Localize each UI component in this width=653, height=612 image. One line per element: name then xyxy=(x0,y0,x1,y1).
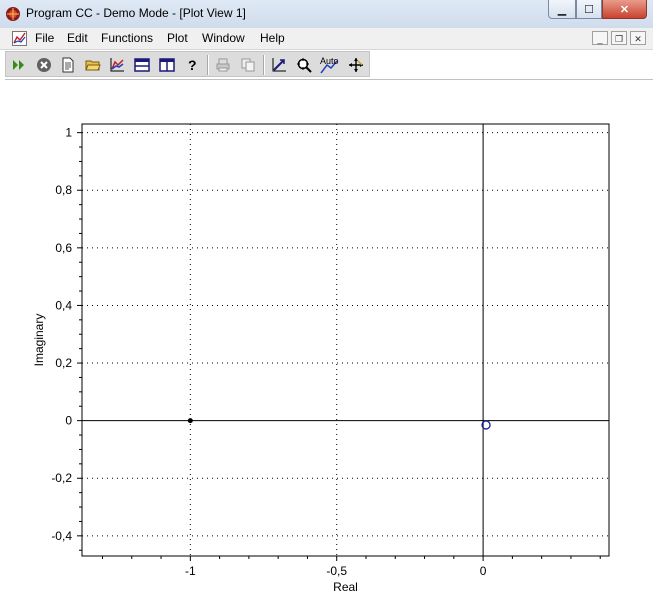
plot-icon[interactable] xyxy=(107,55,127,75)
menu-help[interactable]: Help xyxy=(260,31,285,45)
pole-zero-plot[interactable]: -1 -0,5 0 1 0,8 0,6 0,4 0,2 0 -0,2 -0,4 Real Imagi… xyxy=(5,80,653,612)
x-tick-label: 0 xyxy=(480,564,487,578)
window-title: Program CC - Demo Mode - [Plot View 1] xyxy=(26,6,246,20)
svg-text:?: ? xyxy=(188,57,197,73)
run-icon[interactable] xyxy=(9,55,29,75)
pan-icon[interactable] xyxy=(346,55,366,75)
menu-edit[interactable]: Edit xyxy=(67,31,88,45)
new-document-icon[interactable] xyxy=(58,55,78,75)
menu-plot[interactable]: Plot xyxy=(167,31,188,45)
mdi-close-button[interactable]: ✕ xyxy=(630,31,646,45)
close-button[interactable]: ✕ xyxy=(602,0,647,19)
y-tick-label: 1 xyxy=(65,126,72,140)
axes-icon[interactable] xyxy=(269,55,289,75)
menu-functions[interactable]: Functions xyxy=(101,31,153,45)
y-tick-label: 0,2 xyxy=(55,356,72,370)
menu-window[interactable]: Window xyxy=(202,31,245,45)
print-icon[interactable] xyxy=(213,55,233,75)
x-tick-label: -1 xyxy=(185,564,196,578)
x-axis-label: Real xyxy=(333,580,358,594)
minimize-button[interactable]: ▁ xyxy=(548,0,576,19)
y-tick-label: 0,4 xyxy=(55,298,72,312)
toolbar-separator xyxy=(263,55,265,75)
menu-bar: File Edit Functions Plot Window Help _ ❐… xyxy=(0,28,653,50)
copy-icon[interactable] xyxy=(238,55,258,75)
y-tick-label: 0,6 xyxy=(55,241,72,255)
stop-icon[interactable] xyxy=(34,55,54,75)
y-tick-label: 0,8 xyxy=(55,183,72,197)
title-bar: Program CC - Demo Mode - [Plot View 1] ▁… xyxy=(0,0,653,29)
auto-scale-label: Auto xyxy=(320,56,339,66)
toolbar: ? Auto xyxy=(5,51,370,77)
help-icon[interactable]: ? xyxy=(182,55,202,75)
mdi-restore-button[interactable]: ❐ xyxy=(611,31,627,45)
split-horizontal-icon[interactable] xyxy=(132,55,152,75)
y-tick-label: -0,4 xyxy=(51,529,72,543)
split-vertical-icon[interactable] xyxy=(157,55,177,75)
pole-marker xyxy=(187,418,193,424)
zoom-icon[interactable] xyxy=(294,55,314,75)
plot-view-area[interactable]: -1 -0,5 0 1 0,8 0,6 0,4 0,2 0 -0,2 -0,4 Real Imagi… xyxy=(5,79,653,612)
mdi-minimize-button[interactable]: _ xyxy=(592,31,608,45)
y-tick-label: -0,2 xyxy=(51,471,72,485)
app-icon xyxy=(6,7,20,21)
plot-view-icon xyxy=(12,31,27,46)
y-axis-label: Imaginary xyxy=(32,314,46,367)
auto-scale-icon[interactable]: Auto xyxy=(319,55,339,75)
y-tick-label: 0 xyxy=(65,414,72,428)
x-tick-label: -0,5 xyxy=(326,564,347,578)
plot-frame xyxy=(81,123,610,557)
menu-file[interactable]: File xyxy=(35,31,54,45)
maximize-button[interactable]: ☐ xyxy=(576,0,602,19)
open-folder-icon[interactable] xyxy=(83,55,103,75)
toolbar-separator xyxy=(207,55,209,75)
